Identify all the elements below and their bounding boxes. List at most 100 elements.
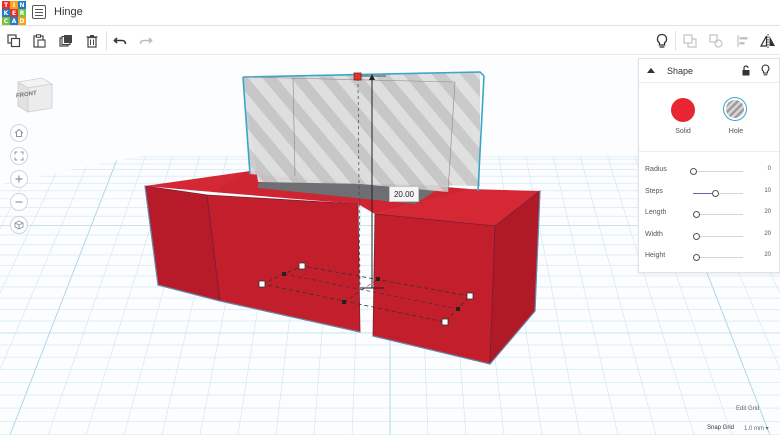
hole-label: Hole xyxy=(728,128,744,135)
toolbar-divider xyxy=(675,31,676,51)
edit-toolbar xyxy=(0,27,780,55)
property-value[interactable]: 20 xyxy=(764,252,771,258)
property-label: Height xyxy=(645,252,666,259)
view-cube[interactable]: FRONT xyxy=(12,72,56,116)
property-value[interactable]: 20 xyxy=(764,231,771,237)
edge-handle[interactable] xyxy=(456,307,460,311)
group-button[interactable] xyxy=(680,31,700,51)
home-icon xyxy=(14,128,24,137)
property-slider[interactable] xyxy=(689,168,743,175)
toolbar-divider xyxy=(106,31,107,51)
property-radius: Radius 0 xyxy=(645,165,775,179)
hole-front-face xyxy=(243,77,455,192)
tinkercad-logo[interactable]: TINKERCAD xyxy=(2,1,26,25)
lock-icon[interactable] xyxy=(741,65,751,76)
box-front-face xyxy=(372,213,496,365)
logo-letter: E xyxy=(10,9,18,17)
hole-box-shape[interactable] xyxy=(242,71,485,193)
property-steps: Steps 10 xyxy=(645,187,775,201)
property-label: Steps xyxy=(645,187,663,195)
edge-handle[interactable] xyxy=(342,300,346,304)
logo-letter: K xyxy=(2,9,10,17)
top-height-handle[interactable] xyxy=(353,72,362,81)
logo-letter: D xyxy=(18,17,26,25)
perspective-button[interactable] xyxy=(10,216,28,234)
property-label: Length xyxy=(645,209,667,216)
lightbulb-icon xyxy=(656,33,668,48)
property-label: Width xyxy=(645,230,663,238)
notes-button[interactable] xyxy=(652,31,672,51)
slider-knob[interactable] xyxy=(692,232,700,240)
paste-button[interactable] xyxy=(29,31,49,51)
shape-inspector-panel: Shape Solid Hole Radius 0 Steps 10 Length 20 W… xyxy=(638,58,780,273)
edit-grid-button[interactable]: Edit Grid xyxy=(736,406,759,412)
snap-grid-select[interactable]: 1.0 mm ▾ xyxy=(744,425,769,432)
slider-knob[interactable] xyxy=(689,168,697,175)
corner-handle[interactable] xyxy=(298,262,306,270)
ungroup-icon xyxy=(709,34,723,48)
corner-handle[interactable] xyxy=(466,292,474,300)
undo-button[interactable] xyxy=(110,31,130,51)
redo-button[interactable] xyxy=(136,31,156,51)
logo-letter: R xyxy=(18,9,26,17)
property-slider[interactable] xyxy=(692,211,743,218)
property-slider[interactable] xyxy=(692,232,743,240)
corner-handle[interactable] xyxy=(258,280,266,288)
copy-icon xyxy=(7,34,21,48)
slider-knob[interactable] xyxy=(711,189,719,197)
right-box-shape[interactable] xyxy=(372,189,541,366)
property-value[interactable]: 10 xyxy=(764,188,771,194)
zoom-out-button[interactable] xyxy=(10,193,28,211)
copy-button[interactable] xyxy=(4,31,24,51)
duplicate-button[interactable] xyxy=(56,31,76,51)
collapse-arrow-icon[interactable] xyxy=(647,68,655,73)
logo-letter: I xyxy=(10,1,18,9)
home-view-button[interactable] xyxy=(10,124,28,142)
edge-handle[interactable] xyxy=(282,272,286,276)
logo-letter: A xyxy=(10,17,18,25)
plus-icon xyxy=(15,175,23,183)
property-slider[interactable] xyxy=(693,189,743,197)
logo-letter: C xyxy=(2,17,10,25)
slider-knob[interactable] xyxy=(692,211,700,218)
property-length: Length 20 xyxy=(645,208,775,222)
property-value[interactable]: 0 xyxy=(768,166,771,172)
group-icon xyxy=(683,34,697,48)
ungroup-button[interactable] xyxy=(706,31,726,51)
property-label: Radius xyxy=(645,166,667,173)
undo-icon xyxy=(113,37,127,45)
top-bar: TINKERCAD Hinge xyxy=(0,0,780,26)
paste-icon xyxy=(33,34,46,48)
box-front-face xyxy=(206,194,361,333)
panel-title: Shape xyxy=(667,66,694,76)
solid-swatch[interactable] xyxy=(671,98,695,122)
design-title[interactable]: Hinge xyxy=(54,6,83,18)
property-slider[interactable] xyxy=(692,254,743,261)
fit-view-button[interactable] xyxy=(10,147,28,165)
mirror-button[interactable] xyxy=(758,31,778,51)
redo-icon xyxy=(139,37,153,45)
panel-header: Shape xyxy=(639,59,779,83)
mirror-icon xyxy=(760,34,775,48)
hole-swatch[interactable] xyxy=(723,97,747,121)
height-dimension-input[interactable]: 20.00 xyxy=(389,186,419,202)
property-width: Width 20 xyxy=(645,230,775,244)
delete-button[interactable] xyxy=(82,31,102,51)
trash-icon xyxy=(86,35,98,48)
align-button[interactable] xyxy=(733,31,753,51)
slider-knob[interactable] xyxy=(692,254,700,261)
corner-handle[interactable] xyxy=(441,318,449,326)
zoom-in-button[interactable] xyxy=(10,170,28,188)
bulb-icon[interactable] xyxy=(761,64,770,76)
fit-icon xyxy=(14,151,24,161)
property-height: Height 20 xyxy=(645,251,775,265)
solid-label: Solid xyxy=(675,128,691,135)
cube-icon xyxy=(14,220,24,230)
panel-divider xyxy=(639,151,779,152)
property-value[interactable]: 20 xyxy=(764,209,771,215)
minus-icon xyxy=(15,201,23,203)
design-menu-icon[interactable] xyxy=(32,5,46,19)
logo-letter: N xyxy=(18,1,26,9)
edge-handle[interactable] xyxy=(376,277,380,281)
duplicate-icon xyxy=(59,35,72,47)
